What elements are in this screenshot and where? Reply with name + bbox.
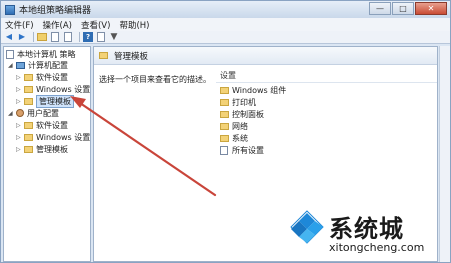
list-item-printers[interactable]: 打印机 xyxy=(220,97,256,108)
back-arrow-icon[interactable]: ◀ xyxy=(4,32,14,42)
title-bar: 本地组策略编辑器 — □ ✕ xyxy=(1,1,450,18)
menu-view[interactable]: 查看(V) xyxy=(81,19,110,31)
list-item-label: 所有设置 xyxy=(232,146,264,155)
forward-arrow-icon[interactable]: ▶ xyxy=(17,32,27,42)
expand-icon[interactable]: ▷ xyxy=(16,86,23,93)
tree-item-user-config[interactable]: ◢ 用户配置 xyxy=(8,108,59,118)
folder-icon xyxy=(220,123,229,130)
toolbar-divider xyxy=(79,32,80,42)
folder-icon xyxy=(24,73,33,81)
list-item-control-panel[interactable]: 控制面板 xyxy=(220,109,264,120)
tree-label: 软件设置 xyxy=(36,120,68,130)
list-item-label: 控制面板 xyxy=(232,110,264,119)
computer-icon xyxy=(16,61,25,69)
tree-label: 管理模板 xyxy=(36,144,68,154)
tree-label: 管理模板 xyxy=(36,94,74,108)
settings-list-icon xyxy=(220,146,228,155)
tree-label: 计算机配置 xyxy=(28,60,68,70)
maximize-button[interactable]: □ xyxy=(392,2,414,15)
up-folder-icon[interactable] xyxy=(37,32,47,42)
folder-icon xyxy=(24,85,33,93)
toolbar: ◀ ▶ ? ▼ xyxy=(1,31,450,44)
list-item-label: 打印机 xyxy=(232,98,256,107)
tree-item-computer-admin-templates[interactable]: ▷ 管理模板 xyxy=(16,94,74,108)
column-header-settings[interactable]: 设置 xyxy=(216,69,437,83)
tree-item-root[interactable]: 本地计算机 策略 xyxy=(6,49,76,59)
tree-item-user-admin-templates[interactable]: ▷ 管理模板 xyxy=(16,144,68,154)
description-text: 选择一个项目来查看它的描述。 xyxy=(99,75,211,84)
close-button[interactable]: ✕ xyxy=(415,2,447,15)
policy-icon xyxy=(6,49,14,59)
list-item-label: 系统 xyxy=(232,134,248,143)
window-title: 本地组策略编辑器 xyxy=(19,6,92,16)
help-icon[interactable]: ? xyxy=(83,32,93,42)
folder-icon xyxy=(99,52,108,59)
minimize-button[interactable]: — xyxy=(369,2,391,15)
list-item-windows-components[interactable]: Windows 组件 xyxy=(220,85,286,96)
list-item-system[interactable]: 系统 xyxy=(220,133,248,144)
list-item-network[interactable]: 网络 xyxy=(220,121,248,132)
folder-icon xyxy=(220,99,229,106)
export-list-icon[interactable] xyxy=(63,32,73,42)
user-icon xyxy=(16,109,24,117)
brand-logo-icon xyxy=(290,210,324,244)
window-controls: — □ ✕ xyxy=(368,2,447,15)
folder-icon xyxy=(220,87,229,94)
expand-icon[interactable]: ▷ xyxy=(16,74,23,81)
menu-file[interactable]: 文件(F) xyxy=(5,19,34,31)
app-icon xyxy=(5,4,15,15)
folder-icon xyxy=(220,135,229,142)
list-item-label: Windows 组件 xyxy=(232,86,287,95)
properties-icon[interactable] xyxy=(96,32,106,42)
tree-label: 本地计算机 策略 xyxy=(17,49,76,59)
menu-help[interactable]: 帮助(H) xyxy=(119,19,149,31)
tree-label: 用户配置 xyxy=(27,108,59,118)
menu-bar: 文件(F) 操作(A) 查看(V) 帮助(H) xyxy=(1,18,450,31)
folder-icon xyxy=(24,133,33,141)
expand-icon[interactable]: ▷ xyxy=(16,98,23,105)
tree-label: 软件设置 xyxy=(36,72,68,82)
toolbar-divider xyxy=(33,32,34,42)
details-header: 管理模板 xyxy=(94,47,437,65)
tree-item-user-windows[interactable]: ▷ Windows 设置 xyxy=(16,132,90,142)
expand-icon[interactable]: ▷ xyxy=(16,134,23,141)
list-item-label: 网络 xyxy=(232,122,248,131)
tree-item-computer-config[interactable]: ◢ 计算机配置 xyxy=(8,60,68,70)
tree-item-user-software[interactable]: ▷ 软件设置 xyxy=(16,120,68,130)
tree-item-computer-windows[interactable]: ▷ Windows 设置 xyxy=(16,84,90,94)
watermark-brand: 系统城 xyxy=(329,215,404,243)
tree-item-computer-software[interactable]: ▷ 软件设置 xyxy=(16,72,68,82)
list-item-all-settings[interactable]: 所有设置 xyxy=(220,145,264,156)
expand-icon[interactable]: ▷ xyxy=(16,146,23,153)
filter-icon[interactable]: ▼ xyxy=(109,32,119,42)
tree-label: Windows 设置 xyxy=(36,84,91,94)
details-title: 管理模板 xyxy=(114,51,149,62)
watermark-domain: xitongcheng.com xyxy=(329,241,425,254)
folder-icon xyxy=(24,145,33,153)
tree-pane: 本地计算机 策略 ◢ 计算机配置 ▷ 软件设置 ▷ Windows 设置 ▷ 管… xyxy=(3,46,91,262)
folder-icon xyxy=(24,121,33,129)
collapse-icon[interactable]: ◢ xyxy=(8,62,15,69)
expand-icon[interactable]: ▷ xyxy=(16,122,23,129)
collapse-icon[interactable]: ◢ xyxy=(8,110,15,117)
folder-icon xyxy=(220,111,229,118)
menu-action[interactable]: 操作(A) xyxy=(43,19,72,31)
tree-label: Windows 设置 xyxy=(36,132,91,142)
watermark: 系统城 xitongcheng.com xyxy=(285,207,445,257)
show-hide-tree-icon[interactable] xyxy=(50,32,60,42)
folder-icon xyxy=(24,97,33,105)
